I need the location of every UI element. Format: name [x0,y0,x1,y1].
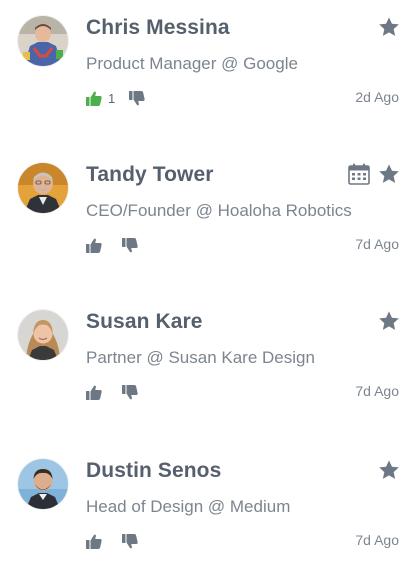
avatar[interactable] [18,310,68,360]
thumbs-down-button[interactable] [122,384,138,400]
star-icon[interactable] [378,310,400,332]
thumbs-up-button[interactable] [86,237,102,253]
thumbs-down-icon [122,533,138,548]
avatar[interactable] [18,16,68,66]
timestamp: 7d Ago [355,236,399,252]
avatar[interactable] [18,163,68,213]
thumbs-up-icon [86,238,102,253]
thumbs-down-icon [122,237,138,252]
list-item: Dustin Senos Head of Design @ Medium 7d … [0,459,418,559]
vote-controls: 1 [86,90,145,106]
timestamp: 7d Ago [355,383,399,399]
person-title: CEO/Founder @ Hoaloha Robotics [86,201,352,220]
avatar[interactable] [18,459,68,509]
list-item: Tandy Tower CEO/Founder @ Hoaloha Roboti… [0,163,418,263]
thumbs-down-button[interactable] [122,237,138,253]
person-name[interactable]: Chris Messina [86,16,230,40]
person-title: Head of Design @ Medium [86,497,291,516]
person-title: Product Manager @ Google [86,54,298,73]
star-icon[interactable] [378,459,400,481]
timestamp: 2d Ago [355,89,399,105]
thumbs-down-button[interactable] [129,90,145,106]
thumbs-down-icon [129,90,145,105]
star-icon[interactable] [378,16,400,38]
person-title: Partner @ Susan Kare Design [86,348,315,367]
person-name[interactable]: Tandy Tower [86,163,214,187]
upvote-count: 1 [108,90,116,106]
thumbs-up-icon [86,385,102,400]
thumbs-up-button[interactable] [86,90,102,106]
person-name[interactable]: Dustin Senos [86,459,221,483]
thumbs-up-button[interactable] [86,533,102,549]
thumbs-down-icon [122,384,138,399]
thumbs-up-icon [86,91,102,106]
thumbs-down-button[interactable] [122,533,138,549]
person-name[interactable]: Susan Kare [86,310,203,334]
timestamp: 7d Ago [355,532,399,548]
star-icon[interactable] [378,163,400,185]
thumbs-up-button[interactable] [86,384,102,400]
vote-controls [86,533,138,549]
calendar-icon[interactable] [348,163,370,185]
vote-controls [86,237,138,253]
list-item: Chris Messina Product Manager @ Google 1… [0,16,418,116]
vote-controls [86,384,138,400]
list-item: Susan Kare Partner @ Susan Kare Design 7… [0,310,418,410]
thumbs-up-icon [86,534,102,549]
